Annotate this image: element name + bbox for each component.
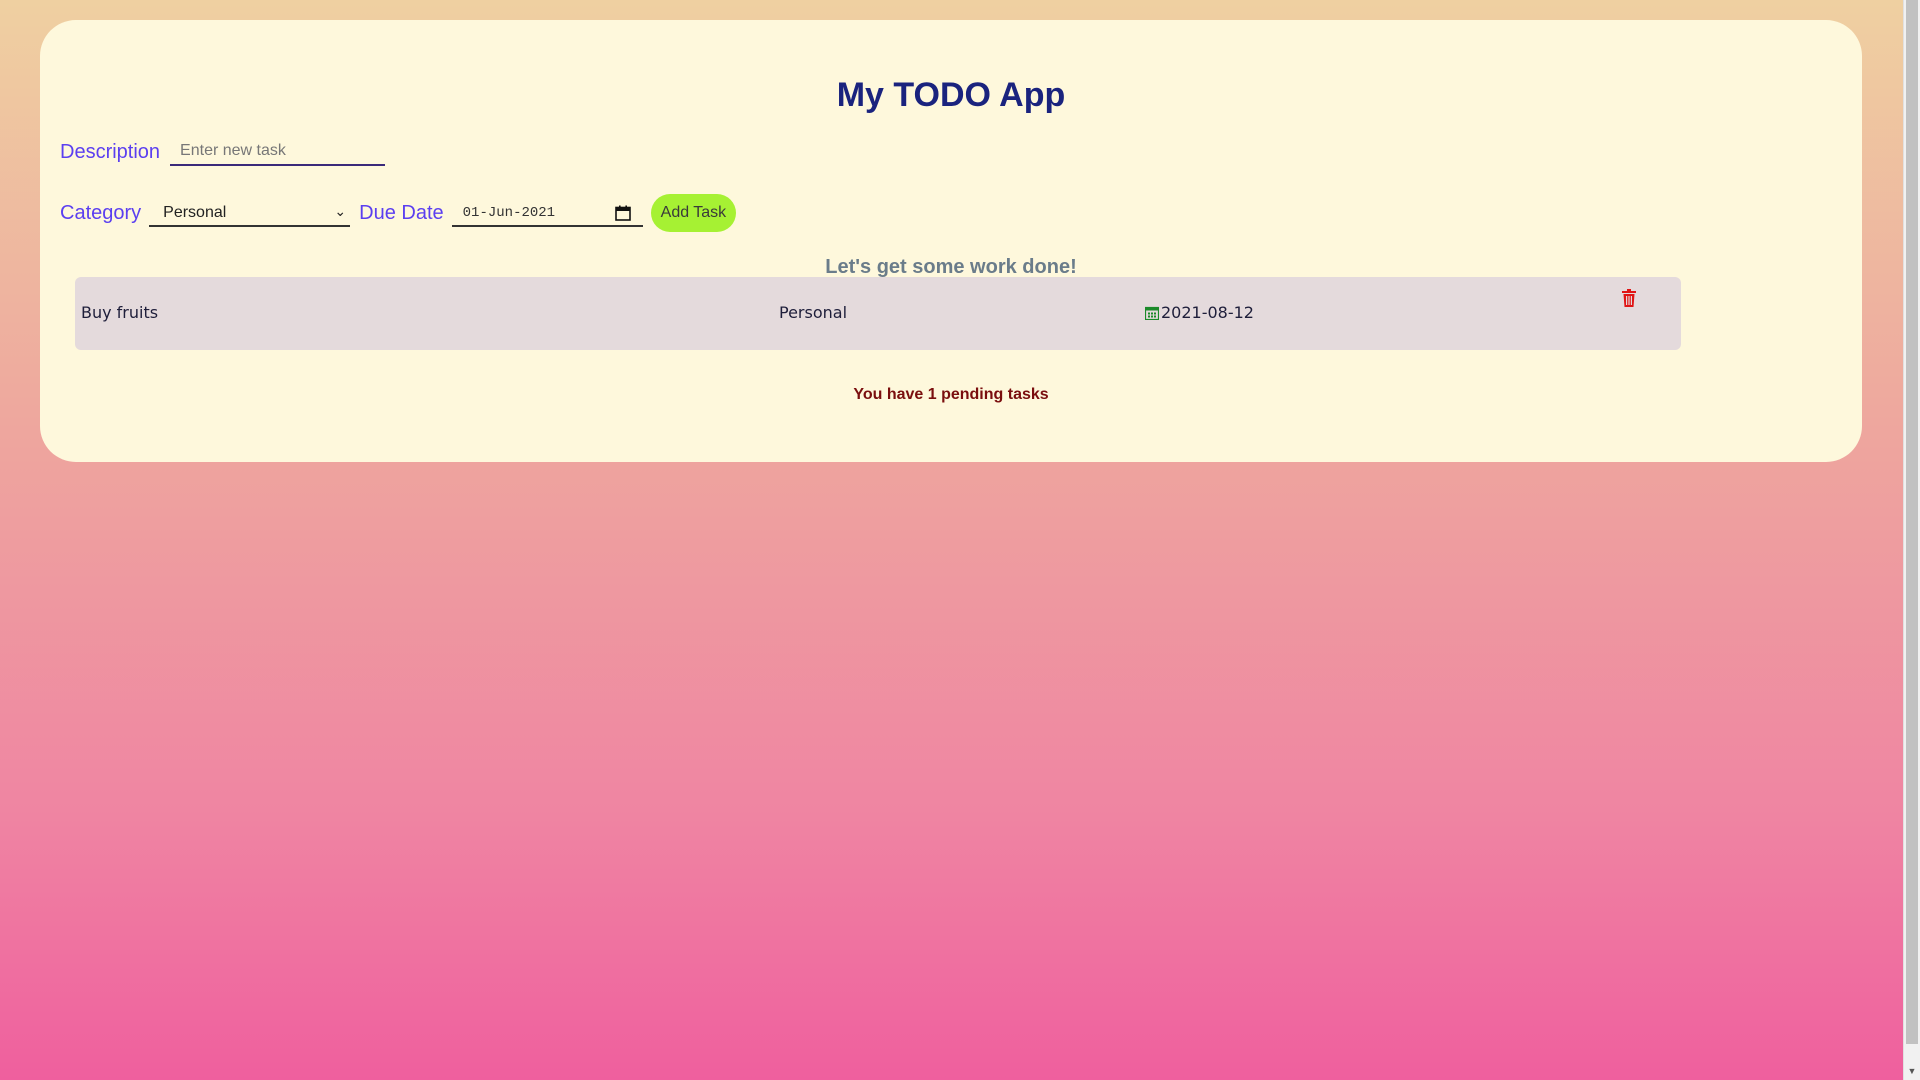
category-selected-value: Personal: [163, 204, 227, 221]
task-row: Buy fruits Personal 2021-08-12: [75, 277, 1681, 350]
scrollbar-thumb[interactable]: [1906, 0, 1918, 1044]
trash-icon[interactable]: [1622, 289, 1636, 307]
due-date-value: 01-Jun-2021: [462, 205, 556, 221]
add-task-button[interactable]: Add Task: [650, 194, 737, 232]
chevron-down-icon: ⌄: [334, 203, 347, 219]
task-description: Buy fruits: [81, 303, 159, 322]
calendar-icon[interactable]: [614, 205, 631, 221]
due-date-label: Due Date: [359, 201, 444, 224]
calendar-icon: [1145, 306, 1159, 320]
category-select[interactable]: Personal ⌄: [149, 199, 351, 227]
pending-count-text: You have 1 pending tasks: [853, 386, 1049, 403]
description-input[interactable]: [170, 138, 386, 166]
todo-card: My TODO App Description Category Persona…: [40, 20, 1862, 462]
category-date-row: Category Personal ⌄ Due Date 01-Jun-2021…: [60, 194, 737, 232]
category-label: Category: [60, 201, 142, 224]
motivation-text: Let's get some work done!: [825, 256, 1077, 278]
task-due-date-value: 2021-08-12: [1161, 303, 1254, 322]
description-label: Description: [60, 140, 161, 163]
description-row: Description: [60, 138, 386, 166]
scroll-down-arrow-icon[interactable]: ▼: [1904, 1063, 1920, 1080]
task-due-date: 2021-08-12: [1145, 303, 1254, 322]
page-title: My TODO App: [836, 76, 1066, 114]
task-category: Personal: [779, 303, 848, 322]
vertical-scrollbar[interactable]: ▼: [1903, 0, 1920, 1080]
due-date-input[interactable]: 01-Jun-2021: [451, 199, 643, 227]
